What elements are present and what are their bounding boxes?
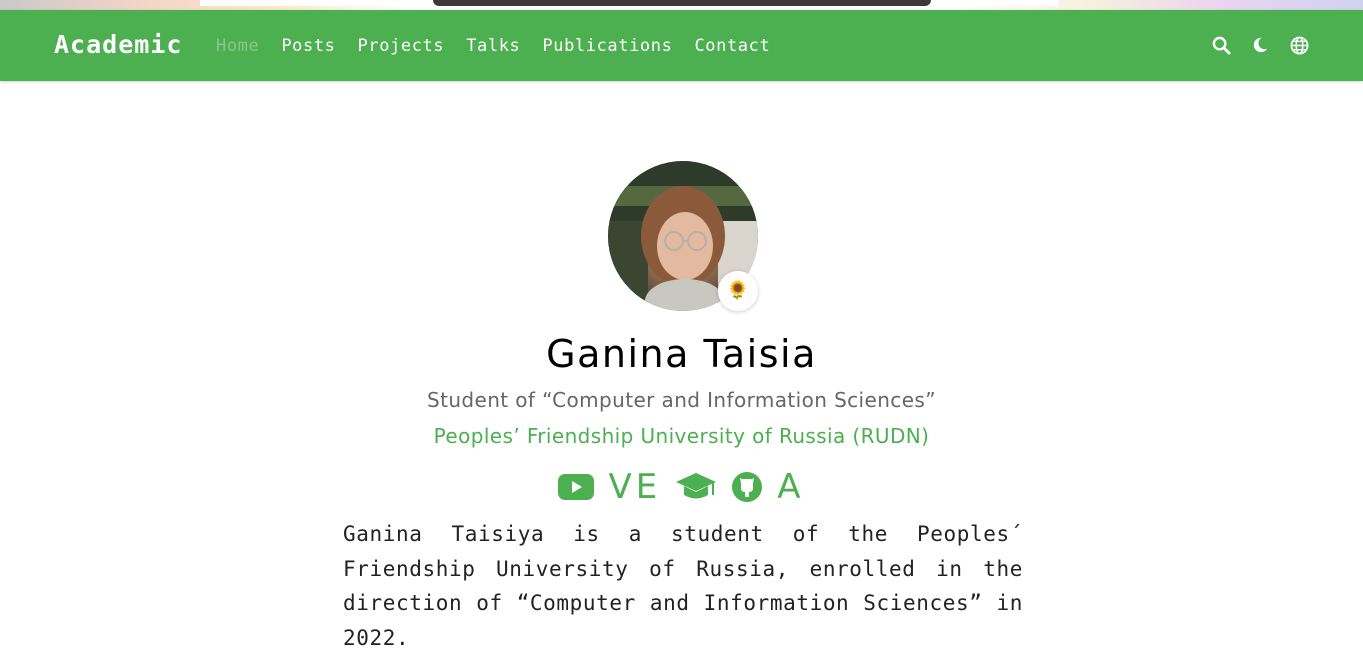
nav-item-posts[interactable]: Posts <box>281 34 335 58</box>
sunflower-badge: 🌻 <box>718 271 758 311</box>
nav-item-contact[interactable]: Contact <box>694 34 770 58</box>
github-icon[interactable] <box>731 471 763 503</box>
profile-role: Student of “Computer and Information Sci… <box>427 388 936 412</box>
profile-organization[interactable]: Peoples’ Friendship University of Russia… <box>0 423 1363 449</box>
social-text-a[interactable]: A <box>777 467 804 507</box>
youtube-icon[interactable] <box>558 473 595 501</box>
nav-item-home[interactable]: Home <box>216 34 259 58</box>
moon-icon[interactable] <box>1250 35 1270 55</box>
nav-item-publications[interactable]: Publications <box>542 34 672 58</box>
nav-item-projects[interactable]: Projects <box>358 34 445 58</box>
profile-bio: Ganina Taisiya is a student of the Peopl… <box>343 522 1023 650</box>
navbar: Academic Home Posts Projects Talks Publi… <box>0 10 1363 81</box>
nav-links: Home Posts Projects Talks Publications C… <box>216 34 792 58</box>
nav-icons <box>1211 35 1309 55</box>
brand-logo[interactable]: Academic <box>54 29 182 61</box>
social-links: VE A <box>0 467 1363 507</box>
avatar-wrapper: 🌻 <box>608 161 758 311</box>
search-icon[interactable] <box>1211 35 1231 55</box>
browser-top-strip <box>0 0 1363 10</box>
globe-icon[interactable] <box>1289 35 1309 55</box>
nav-item-talks[interactable]: Talks <box>466 34 520 58</box>
top-strip-dark-bar <box>433 0 931 6</box>
social-text-ve[interactable]: VE <box>608 467 661 507</box>
graduation-cap-icon[interactable] <box>675 471 717 503</box>
profile-name: Ganina Taisia <box>546 332 817 376</box>
